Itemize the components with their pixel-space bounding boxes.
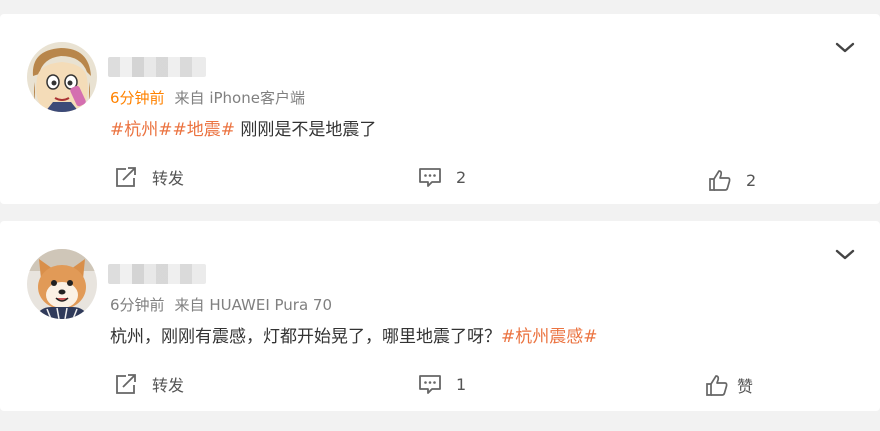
avatar[interactable]	[27, 42, 97, 112]
comment-icon	[419, 375, 441, 394]
avatar[interactable]	[27, 249, 97, 319]
post-time[interactable]: 6分钟前	[110, 296, 165, 314]
post-card: 6分钟前 来自 iPhone客户端 #杭州##地震# 刚刚是不是地震了 转发 2 …	[0, 14, 880, 204]
repost-label: 转发	[152, 169, 185, 188]
cartoon-avatar-icon	[27, 42, 97, 112]
post-card: 6分钟前 来自 HUAWEI Pura 70 杭州，刚刚有震感，灯都开始晃了，哪里…	[0, 221, 880, 411]
comment-count: 1	[456, 374, 467, 394]
username-blurred[interactable]	[108, 57, 206, 77]
like-button[interactable]: 2	[708, 168, 756, 192]
post-meta: 6分钟前 来自 HUAWEI Pura 70	[110, 294, 332, 315]
post-time[interactable]: 6分钟前	[110, 89, 165, 107]
repost-label: 转发	[152, 376, 185, 395]
comment-icon	[419, 168, 441, 187]
chevron-down-icon[interactable]	[834, 246, 856, 262]
like-button[interactable]: 赞	[705, 373, 753, 397]
post-body: 刚刚是不是地震了	[235, 120, 377, 140]
post-text: 杭州，刚刚有震感，灯都开始晃了，哪里地震了呀？#杭州震感#	[110, 322, 598, 347]
post-meta: 6分钟前 来自 iPhone客户端	[110, 87, 305, 108]
post-text: #杭州##地震# 刚刚是不是地震了	[110, 115, 376, 140]
comment-button[interactable]: 2	[418, 165, 466, 189]
post-body: 杭州，刚刚有震感，灯都开始晃了，哪里地震了呀？	[110, 327, 501, 347]
post-source: 来自 iPhone客户端	[174, 89, 305, 107]
thumbs-up-icon	[706, 375, 728, 396]
comment-count: 2	[456, 167, 467, 187]
repost-icon	[116, 374, 136, 394]
thumbs-up-icon	[709, 170, 731, 191]
comment-button[interactable]: 1	[418, 372, 466, 396]
repost-button[interactable]: 转发	[114, 165, 184, 189]
like-count: 2	[746, 170, 757, 190]
post-source: 来自 HUAWEI Pura 70	[174, 296, 333, 314]
hashtag-link[interactable]: #杭州#	[110, 120, 173, 140]
like-label: 赞	[737, 377, 754, 396]
repost-button[interactable]: 转发	[114, 372, 184, 396]
shiba-dog-avatar-icon	[27, 249, 97, 319]
repost-icon	[116, 167, 136, 187]
hashtag-link[interactable]: #杭州震感#	[501, 327, 598, 347]
username-blurred[interactable]	[108, 264, 206, 284]
hashtag-link[interactable]: #地震#	[173, 120, 236, 140]
chevron-down-icon[interactable]	[834, 39, 856, 55]
